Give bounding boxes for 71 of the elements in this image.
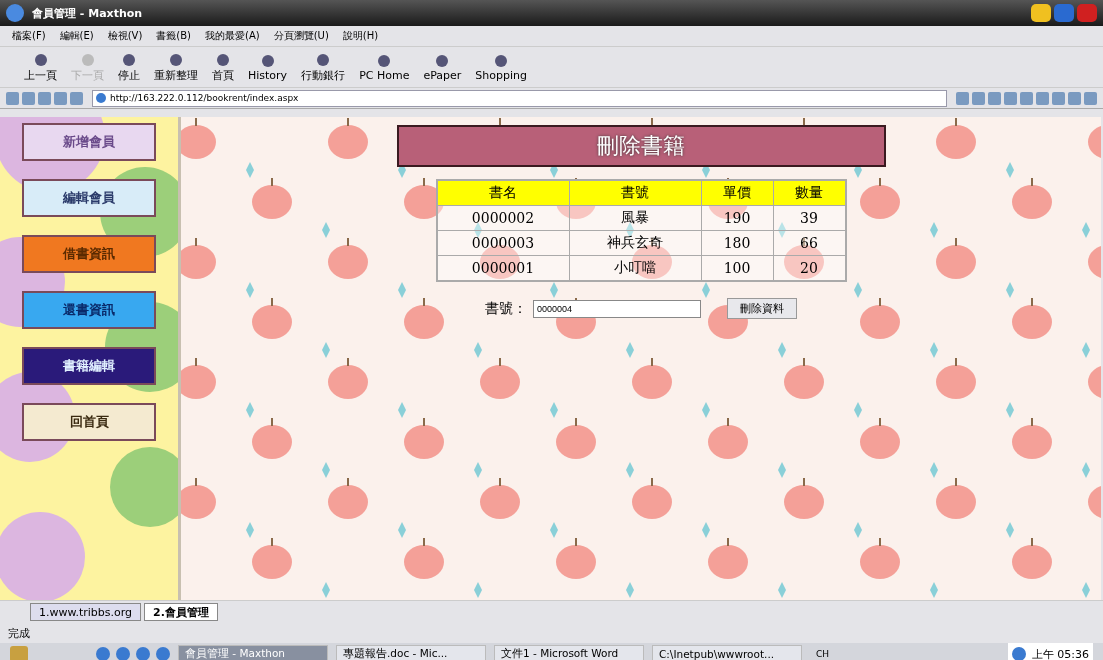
toolbar-icon bbox=[214, 51, 232, 68]
column-header: 單價 bbox=[701, 180, 773, 206]
quick-launch-icon[interactable] bbox=[156, 647, 170, 660]
sidebar-button[interactable]: 新增會員 bbox=[22, 123, 156, 161]
status-text: 完成 bbox=[8, 625, 30, 641]
toolbar-icon bbox=[167, 51, 185, 68]
window-title: 會員管理 - Maxthon bbox=[32, 5, 144, 21]
sidebar-button[interactable]: 編輯會員 bbox=[22, 179, 156, 217]
address-field[interactable]: http://163.222.0.112/bookrent/index.aspx bbox=[92, 89, 947, 107]
toolbar-button[interactable]: 行動銀行 bbox=[297, 51, 350, 83]
menu-item[interactable]: 書籤(B) bbox=[156, 29, 191, 43]
start-button[interactable] bbox=[10, 646, 28, 660]
field-label: 書號： bbox=[485, 299, 527, 318]
browser-tab[interactable]: 2.會員管理 bbox=[144, 603, 218, 621]
toolbar-icon[interactable] bbox=[54, 91, 67, 105]
clock: 上午 05:36 bbox=[1031, 646, 1089, 660]
taskbar-button[interactable]: C:\Inetpub\wwwroot... bbox=[652, 645, 802, 660]
table-cell: 神兵玄奇 bbox=[569, 230, 701, 256]
toolbar-icon[interactable] bbox=[1036, 91, 1049, 105]
delete-button[interactable]: 刪除資料 bbox=[727, 298, 797, 319]
toolbar-icon[interactable] bbox=[6, 91, 19, 105]
column-header: 數量 bbox=[773, 180, 846, 206]
page-heading: 刪除書籍 bbox=[396, 125, 886, 167]
toolbar-icon[interactable] bbox=[1084, 91, 1097, 105]
menu-item[interactable]: 說明(H) bbox=[342, 29, 379, 43]
toolbar-button[interactable]: 重新整理 bbox=[150, 51, 202, 83]
browser-tab[interactable]: 1.www.tribbs.org bbox=[30, 603, 142, 621]
table-cell: 風暴 bbox=[569, 205, 701, 231]
toolbar-button[interactable]: 首頁 bbox=[208, 51, 238, 83]
toolbar-icon bbox=[120, 51, 138, 68]
sidebar-button[interactable]: 借書資訊 bbox=[22, 235, 156, 273]
toolbar-button[interactable]: Shopping bbox=[471, 52, 532, 82]
taskbar-button[interactable]: 文件1 - Microsoft Word bbox=[494, 645, 644, 660]
toolbar-icon[interactable] bbox=[1004, 91, 1017, 105]
sidebar-button[interactable]: 還書資訊 bbox=[22, 291, 156, 329]
toolbar-icon[interactable] bbox=[956, 91, 969, 105]
language-indicator[interactable]: CH bbox=[816, 649, 830, 659]
table-cell: 0000003 bbox=[436, 230, 569, 256]
maximize-button[interactable] bbox=[1054, 4, 1074, 22]
toolbar-icon[interactable] bbox=[70, 91, 83, 105]
table-cell: 180 bbox=[701, 230, 773, 256]
toolbar-icon[interactable] bbox=[22, 91, 35, 105]
quick-launch-icon[interactable] bbox=[96, 647, 110, 660]
table-cell: 190 bbox=[701, 205, 773, 231]
toolbar-button[interactable]: 上一頁 bbox=[20, 51, 61, 83]
menu-item[interactable]: 編輯(E) bbox=[59, 29, 94, 43]
toolbar-button[interactable]: ePaper bbox=[419, 52, 466, 82]
toolbar-icon[interactable] bbox=[1052, 91, 1065, 105]
quick-launch-icon[interactable] bbox=[116, 647, 130, 660]
taskbar-button[interactable]: 專題報告.doc - Mic... bbox=[336, 645, 486, 660]
toolbar-icon[interactable] bbox=[1068, 91, 1081, 105]
toolbar-icon[interactable] bbox=[972, 91, 985, 105]
toolbar-icon[interactable] bbox=[1020, 91, 1033, 105]
toolbar-icon[interactable] bbox=[988, 91, 1001, 105]
sidebar-button[interactable]: 回首頁 bbox=[22, 403, 156, 441]
sidebar-button[interactable]: 書籍編輯 bbox=[22, 347, 156, 385]
toolbar-button[interactable]: 停止 bbox=[114, 51, 144, 83]
toolbar-button[interactable]: History bbox=[244, 52, 292, 82]
quick-launch-icon[interactable] bbox=[136, 647, 150, 660]
menu-item[interactable]: 我的最愛(A) bbox=[205, 29, 260, 43]
column-header: 書名 bbox=[436, 180, 569, 206]
toolbar-button[interactable]: PC Home bbox=[355, 52, 414, 82]
menu-item[interactable]: 分頁瀏覽(U) bbox=[273, 29, 329, 43]
toolbar-icon[interactable] bbox=[38, 91, 51, 105]
table-cell: 0000002 bbox=[436, 205, 569, 231]
column-header: 書號 bbox=[569, 180, 701, 206]
minimize-button[interactable] bbox=[1031, 4, 1051, 22]
menu-item[interactable]: 檔案(F) bbox=[12, 29, 46, 43]
tray-icon[interactable] bbox=[1011, 647, 1026, 660]
close-button[interactable] bbox=[1077, 4, 1097, 22]
menu-item[interactable]: 檢視(V) bbox=[107, 29, 143, 43]
